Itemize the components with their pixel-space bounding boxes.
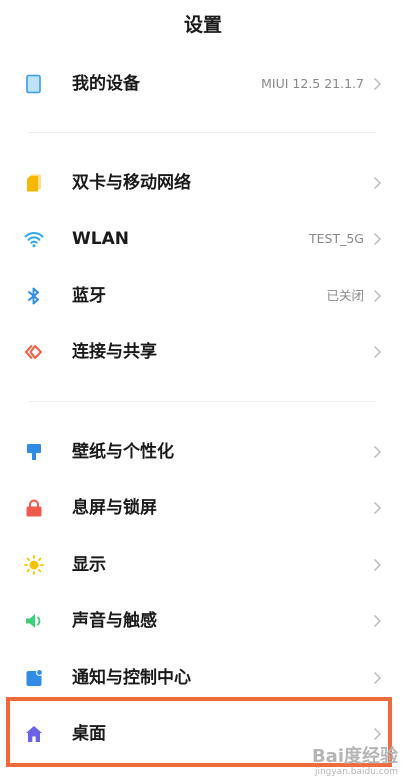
watermark-sub-text: jingyan.baidu.com: [314, 767, 398, 777]
brightness-sun-icon: [24, 555, 44, 575]
settings-item-wlan[interactable]: WLAN TEST_5G: [0, 211, 406, 267]
lock-icon: [24, 498, 44, 518]
phone-device-icon: [24, 74, 44, 94]
settings-item-label: 声音与触感: [72, 611, 157, 631]
settings-item-label: 桌面: [72, 724, 106, 744]
chevron-right-icon: [370, 501, 384, 515]
settings-item-notification-center[interactable]: 通知与控制中心: [0, 650, 406, 706]
watermark: Bai度经验 jingyan.baidu.com: [312, 747, 398, 778]
speaker-icon: [24, 611, 44, 631]
watermark-main-text: Bai度经验: [311, 746, 398, 767]
sim-card-icon: [24, 173, 44, 193]
settings-item-connection-share[interactable]: 连接与共享: [0, 324, 406, 380]
settings-item-label: 壁纸与个性化: [72, 442, 174, 462]
chevron-right-icon: [370, 77, 384, 91]
wallpaper-brush-icon: [24, 442, 44, 462]
settings-item-my-device[interactable]: 我的设备 MIUI 12.5 21.1.7: [0, 56, 406, 112]
settings-item-label: 我的设备: [72, 74, 140, 94]
chevron-right-icon: [370, 727, 384, 741]
settings-item-bluetooth[interactable]: 蓝牙 已关闭: [0, 268, 406, 324]
chevron-right-icon: [370, 445, 384, 459]
chevron-right-icon: [370, 671, 384, 685]
settings-item-value: TEST_5G: [309, 231, 364, 246]
notification-icon: [24, 668, 44, 688]
settings-item-label: 显示: [72, 555, 106, 575]
section-divider: [28, 132, 376, 133]
chevron-right-icon: [370, 345, 384, 359]
settings-item-label: 蓝牙: [72, 286, 106, 306]
settings-item-sound[interactable]: 声音与触感: [0, 593, 406, 649]
bluetooth-icon: [24, 286, 44, 306]
settings-item-wallpaper[interactable]: 壁纸与个性化: [0, 424, 406, 480]
settings-item-label: WLAN: [72, 229, 129, 249]
settings-item-label: 连接与共享: [72, 342, 157, 362]
settings-item-label: 通知与控制中心: [72, 668, 191, 688]
settings-item-lock-screen[interactable]: 息屏与锁屏: [0, 480, 406, 536]
settings-item-value: MIUI 12.5 21.1.7: [261, 76, 364, 91]
chevron-right-icon: [370, 176, 384, 190]
page-title: 设置: [183, 14, 222, 36]
chevron-right-icon: [370, 614, 384, 628]
chevron-right-icon: [370, 232, 384, 246]
chevron-right-icon: [370, 289, 384, 303]
settings-item-label: 息屏与锁屏: [72, 498, 157, 518]
settings-item-value: 已关闭: [326, 288, 364, 303]
settings-item-label: 双卡与移动网络: [72, 173, 191, 193]
section-divider: [28, 401, 376, 402]
connection-share-icon: [24, 342, 44, 362]
wifi-icon: [24, 229, 44, 249]
chevron-right-icon: [370, 558, 384, 572]
home-icon: [24, 724, 44, 744]
settings-item-sim-network[interactable]: 双卡与移动网络: [0, 155, 406, 211]
settings-item-display[interactable]: 显示: [0, 537, 406, 593]
